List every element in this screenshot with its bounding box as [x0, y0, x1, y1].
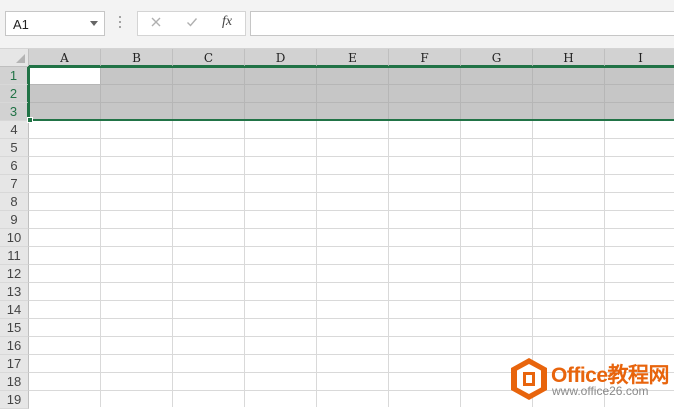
fill-handle[interactable] — [27, 117, 33, 123]
column-header-c[interactable]: C — [173, 49, 245, 67]
column-header-h[interactable]: H — [533, 49, 605, 67]
row-header-14[interactable]: 14 — [0, 301, 29, 319]
row-header-4[interactable]: 4 — [0, 121, 29, 139]
row-header-16[interactable]: 16 — [0, 337, 29, 355]
row-header-1[interactable]: 1 — [0, 67, 29, 85]
column-header-d[interactable]: D — [245, 49, 317, 67]
row-header-19[interactable]: 19 — [0, 391, 29, 409]
office-logo-icon — [511, 358, 547, 400]
row-header-10[interactable]: 10 — [0, 229, 29, 247]
name-box[interactable]: A1 — [5, 11, 105, 36]
row-header-13[interactable]: 13 — [0, 283, 29, 301]
cancel-icon[interactable] — [146, 15, 166, 33]
column-header-e[interactable]: E — [317, 49, 389, 67]
column-header-b[interactable]: B — [101, 49, 173, 67]
row-header-7[interactable]: 7 — [0, 175, 29, 193]
chevron-down-icon[interactable] — [90, 21, 98, 26]
column-header-f[interactable]: F — [389, 49, 461, 67]
insert-function-button[interactable]: fx — [222, 14, 232, 30]
row-header-15[interactable]: 15 — [0, 319, 29, 337]
row-header-6[interactable]: 6 — [0, 157, 29, 175]
select-all-button[interactable] — [0, 49, 29, 67]
column-header-i[interactable]: I — [605, 49, 674, 67]
row-header-12[interactable]: 12 — [0, 265, 29, 283]
formula-bar: A1 fx — [0, 0, 674, 48]
drag-handle-icon[interactable] — [118, 14, 122, 30]
selection-border — [28, 66, 674, 121]
row-header-11[interactable]: 11 — [0, 247, 29, 265]
row-header-8[interactable]: 8 — [0, 193, 29, 211]
row-header-5[interactable]: 5 — [0, 139, 29, 157]
watermark-url: www.office26.com — [552, 384, 649, 398]
watermark: Office教程网 www.office26.com — [510, 356, 674, 404]
name-box-value: A1 — [13, 17, 29, 32]
formula-input[interactable] — [250, 11, 674, 36]
column-header-a[interactable]: A — [29, 49, 101, 67]
formula-buttons: fx — [137, 11, 246, 36]
row-header-17[interactable]: 17 — [0, 355, 29, 373]
row-header-9[interactable]: 9 — [0, 211, 29, 229]
column-header-g[interactable]: G — [461, 49, 533, 67]
check-icon[interactable] — [182, 15, 202, 33]
row-header-3[interactable]: 3 — [0, 103, 29, 121]
row-header-18[interactable]: 18 — [0, 373, 29, 391]
row-header-2[interactable]: 2 — [0, 85, 29, 103]
